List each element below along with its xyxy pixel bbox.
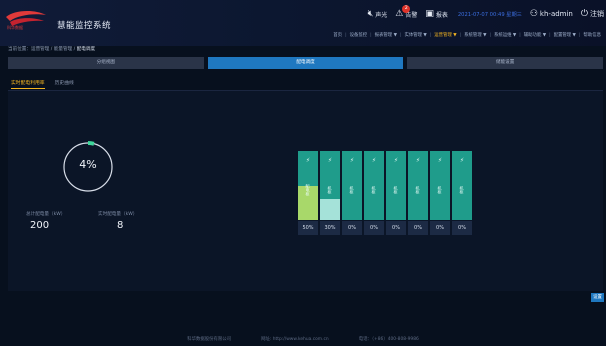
- cabinet-percent: 30%: [320, 221, 340, 235]
- cabinet-bank: ⚡ 配电柜 ⚡ 机柜 ⚡ 机柜 ⚡ 机柜 ⚡ 机柜 ⚡ 机柜 ⚡ 机柜 ⚡ 机柜: [298, 151, 472, 220]
- total-power-value: 200: [30, 220, 50, 231]
- cabinet-label: 配电柜: [305, 184, 311, 196]
- total-power-label: 总计配电量（kW）: [26, 212, 66, 217]
- bolt-icon: ⚡: [349, 157, 355, 164]
- cabinet-cell[interactable]: ⚡ 机柜: [364, 151, 384, 220]
- menu-item[interactable]: 首页: [330, 32, 345, 38]
- user-menu[interactable]: ⚇ kh-admin: [529, 8, 573, 19]
- menu-item[interactable]: 系统运维 ▼: [491, 32, 519, 38]
- app-title: 慧能监控系统: [57, 21, 112, 31]
- menu-item[interactable]: 辅助功能 ▼: [521, 32, 549, 38]
- sound-light-label: 声光: [375, 11, 388, 19]
- settings-button[interactable]: 设置: [591, 293, 604, 302]
- calendar-icon: ▣: [425, 8, 434, 19]
- bolt-icon: ⚡: [305, 157, 311, 164]
- realtime-power-stat: 实时配电量（kW） 8: [98, 211, 137, 231]
- cabinet-percent-row: 50% 30% 0% 0% 0% 0% 0% 0%: [298, 221, 472, 235]
- cabinet-cell[interactable]: ⚡ 机柜: [342, 151, 362, 220]
- report-label: 报表: [435, 11, 448, 19]
- breadcrumb: 当前位置：运营管理 / 能量管理 / 配电调度: [8, 46, 95, 54]
- menu-item[interactable]: 设备监控: [347, 32, 371, 38]
- cabinet-percent: 0%: [386, 221, 406, 235]
- bolt-icon: ⚡: [437, 157, 443, 164]
- cabinet-percent: 0%: [430, 221, 450, 235]
- alarm-button[interactable]: ⚠︎ 2 告警: [395, 4, 417, 19]
- cabinet-cell[interactable]: ⚡ 机柜: [408, 151, 428, 220]
- cabinet-label: 机柜: [393, 186, 399, 194]
- realtime-power-value: 8: [117, 220, 124, 231]
- top-header: 科华数据 慧能监控系统 🔇︎ 声光 ⚠︎ 2 告警 ▣ 报表 2021-07-0…: [0, 0, 606, 46]
- view-tab[interactable]: 分组视图: [8, 57, 204, 69]
- cabinet-percent: 0%: [408, 221, 428, 235]
- sub-tab[interactable]: 历史曲线: [55, 79, 74, 89]
- bolt-icon: ⚡: [371, 157, 377, 164]
- cabinet-cell[interactable]: ⚡ 机柜: [430, 151, 450, 220]
- total-power-stat: 总计配电量（kW） 200: [26, 211, 65, 231]
- cabinet-label: 机柜: [371, 186, 377, 194]
- datetime-display: 2021-07-07 00:49 星期三: [457, 11, 522, 18]
- footer-company: 科华数据股份有限公司: [187, 337, 232, 342]
- menu-item[interactable]: 配置管理 ▼: [551, 32, 579, 38]
- cabinet-cell[interactable]: ⚡ 机柜: [386, 151, 406, 220]
- footer-website: 网址: http://www.kehua.com.cn: [261, 337, 329, 342]
- sub-tabs: 实时配电利用率 历史曲线: [11, 79, 74, 89]
- breadcrumb-path: 当前位置：运营管理 / 能量管理 /: [8, 47, 77, 52]
- cabinet-label: 机柜: [437, 186, 443, 194]
- username: kh-admin: [539, 10, 573, 18]
- cabinet-percent: 50%: [298, 221, 318, 235]
- report-button[interactable]: ▣ 报表: [425, 8, 448, 19]
- view-tab[interactable]: 储能设置: [407, 57, 604, 69]
- cabinet-cell[interactable]: ⚡ 机柜: [452, 151, 472, 220]
- cabinet-label: 机柜: [349, 186, 355, 194]
- menu-item[interactable]: 帮助信息: [580, 32, 604, 38]
- power-icon: ⏻: [580, 8, 588, 19]
- cabinet-label: 机柜: [327, 186, 333, 194]
- mute-icon: 🔇︎: [367, 8, 374, 19]
- bolt-icon: ⚡: [415, 157, 421, 164]
- cabinet-percent: 0%: [364, 221, 384, 235]
- footer: 科华数据股份有限公司 网址: http://www.kehua.com.cn 电…: [0, 334, 606, 346]
- cabinet-percent: 0%: [342, 221, 362, 235]
- sub-tab[interactable]: 实时配电利用率: [11, 79, 45, 89]
- user-icon: ⚇: [529, 8, 538, 19]
- top-toolbar: 🔇︎ 声光 ⚠︎ 2 告警 ▣ 报表 2021-07-07 00:49 星期三 …: [360, 4, 604, 20]
- cabinet-fill: [320, 199, 340, 220]
- realtime-power-label: 实时配电量（kW）: [98, 212, 138, 217]
- menu-item[interactable]: 实体管理 ▼: [401, 32, 429, 38]
- view-tabs: 分组视图 配电调度 储能设置: [8, 57, 604, 69]
- cabinet-cell[interactable]: ⚡ 配电柜: [298, 151, 318, 220]
- logout-label: 注销: [590, 10, 604, 18]
- alarm-count-badge: 2: [402, 4, 411, 13]
- cabinet-label: 机柜: [415, 186, 421, 194]
- svg-text:科华数据: 科华数据: [7, 24, 23, 30]
- menu-item[interactable]: 系统管理 ▼: [461, 32, 489, 38]
- view-tab[interactable]: 配电调度: [207, 57, 404, 69]
- menu-item[interactable]: 报表管理 ▼: [372, 32, 400, 38]
- gauge-value: 4%: [79, 158, 97, 171]
- cabinet-cell[interactable]: ⚡ 机柜: [320, 151, 340, 220]
- breadcrumb-current: 配电调度: [76, 47, 96, 52]
- main-menu: 首页 | 设备监控 | 报表管理 ▼ | 实体管理 ▼ | 运营管理 ▼ | 系统管理 ▼ | 系统运维…: [330, 31, 604, 39]
- cabinet-label: 机柜: [459, 186, 465, 194]
- footer-phone: 电话：（+86）400-808-9986: [358, 337, 419, 342]
- bolt-icon: ⚡: [459, 157, 465, 164]
- bolt-icon: ⚡: [327, 157, 333, 164]
- gauge-arc: [87, 141, 95, 146]
- cabinet-percent: 0%: [452, 221, 472, 235]
- logout-button[interactable]: ⏻ 注销: [581, 9, 604, 19]
- menu-item[interactable]: 运营管理 ▼: [431, 32, 459, 38]
- sound-light-toggle[interactable]: 🔇︎ 声光: [367, 8, 388, 19]
- company-logo-icon: 科华数据: [6, 11, 46, 30]
- bolt-icon: ⚡: [393, 157, 399, 164]
